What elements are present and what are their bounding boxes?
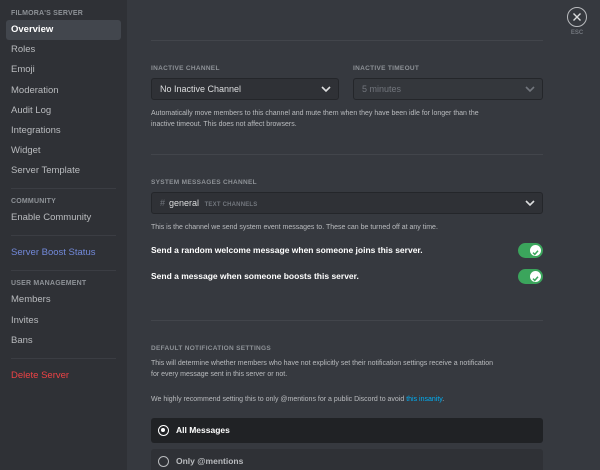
boost-toggle[interactable]	[518, 269, 543, 284]
inactive-channel-select[interactable]: No Inactive Channel	[151, 78, 339, 100]
inactive-help-line: inactive timeout. This does not affect b…	[151, 121, 297, 128]
sidebar-divider	[11, 235, 116, 237]
sidebar-item-bans[interactable]: Bans	[6, 331, 121, 351]
notification-help-text: This will determine whether members who …	[151, 358, 543, 380]
notification-recommendation: We highly recommend setting this to only…	[151, 394, 543, 405]
sidebar-section-community: COMMUNITY	[11, 198, 56, 206]
sidebar-divider	[11, 188, 116, 190]
sidebar-item-roles[interactable]: Roles	[6, 40, 121, 60]
chevron-down-icon	[525, 86, 535, 93]
sidebar-item-members[interactable]: Members	[6, 290, 121, 310]
sidebar-item-server-template[interactable]: Server Template	[6, 161, 121, 181]
sidebar-section-server: FILMORA'S SERVER	[11, 10, 84, 17]
sidebar-item-server-boost-status[interactable]: Server Boost Status	[6, 243, 121, 263]
sidebar-item-invites[interactable]: Invites	[6, 311, 121, 331]
sidebar-item-emoji[interactable]: Emoji	[6, 60, 121, 80]
section-divider	[151, 40, 543, 41]
sidebar-item-overview[interactable]: Overview	[6, 20, 121, 40]
close-area: ESC	[565, 7, 589, 36]
welcome-toggle[interactable]	[518, 243, 543, 258]
notification-help-line: This will determine whether members who …	[151, 360, 493, 367]
boost-message-setting: Send a message when someone boosts this …	[151, 269, 543, 285]
boost-toggle-label: Send a message when someone boosts this …	[151, 271, 359, 281]
inactive-help-line: Automatically move members to this chann…	[151, 110, 479, 117]
check-icon	[532, 250, 539, 256]
sidebar-divider	[11, 357, 116, 359]
notification-settings-label: DEFAULT NOTIFICATION SETTINGS	[151, 345, 272, 352]
chevron-down-icon	[321, 86, 331, 93]
inactive-timeout-select[interactable]: 5 minutes	[353, 78, 543, 100]
sidebar-item-delete-server[interactable]: Delete Server	[6, 366, 121, 386]
inactive-timeout-label: INACTIVE TIMEOUT	[353, 65, 420, 72]
inactive-timeout-value: 5 minutes	[362, 84, 402, 94]
system-messages-label: SYSTEM MESSAGES CHANNEL	[151, 179, 257, 186]
welcome-message-setting: Send a random welcome message when someo…	[151, 243, 543, 259]
radio-label: All Messages	[176, 425, 230, 435]
radio-unselected-icon	[158, 456, 169, 467]
welcome-toggle-label: Send a random welcome message when someo…	[151, 245, 423, 255]
system-help-text: This is the channel we send system event…	[151, 224, 438, 231]
sidebar-divider	[11, 270, 116, 272]
settings-content: INACTIVE CHANNEL INACTIVE TIMEOUT No Ina…	[127, 0, 600, 470]
chevron-down-icon	[525, 200, 535, 207]
sidebar-item-moderation[interactable]: Moderation	[6, 81, 121, 101]
inactive-channel-value: No Inactive Channel	[160, 84, 242, 94]
sidebar-item-enable-community[interactable]: Enable Community	[6, 208, 121, 228]
settings-sidebar: FILMORA'S SERVER Overview Roles Emoji Mo…	[0, 0, 127, 470]
sidebar-item-integrations[interactable]: Integrations	[6, 121, 121, 141]
system-channel-type: TEXT CHANNELS	[204, 202, 258, 208]
recommend-suffix: .	[442, 396, 445, 403]
section-divider	[151, 320, 543, 321]
esc-label: ESC	[570, 30, 584, 36]
section-divider	[151, 154, 543, 155]
sidebar-item-widget[interactable]: Widget	[6, 141, 121, 161]
sidebar-item-audit-log[interactable]: Audit Log	[6, 101, 121, 121]
hash-icon: #	[160, 198, 166, 208]
recommend-text: We highly recommend setting this to only…	[151, 396, 407, 403]
insanity-link[interactable]: this insanity	[406, 396, 442, 403]
radio-selected-icon	[158, 425, 169, 436]
toggle-knob	[530, 245, 541, 256]
inactive-channel-label: INACTIVE CHANNEL	[151, 65, 220, 72]
radio-label: Only @mentions	[176, 456, 244, 466]
close-icon	[573, 13, 581, 21]
close-button[interactable]	[567, 7, 587, 27]
radio-all-messages[interactable]: All Messages	[151, 418, 543, 443]
system-channel-name: general	[169, 198, 200, 208]
radio-only-mentions[interactable]: Only @mentions	[151, 449, 543, 470]
sidebar-section-user-management: USER MANAGEMENT	[11, 280, 87, 288]
notification-help-line: for every message sent in this server or…	[151, 371, 288, 378]
toggle-knob	[530, 271, 541, 282]
system-channel-select[interactable]: # general TEXT CHANNELS	[151, 192, 543, 214]
check-icon	[532, 276, 539, 282]
inactive-help-text: Automatically move members to this chann…	[151, 108, 543, 130]
